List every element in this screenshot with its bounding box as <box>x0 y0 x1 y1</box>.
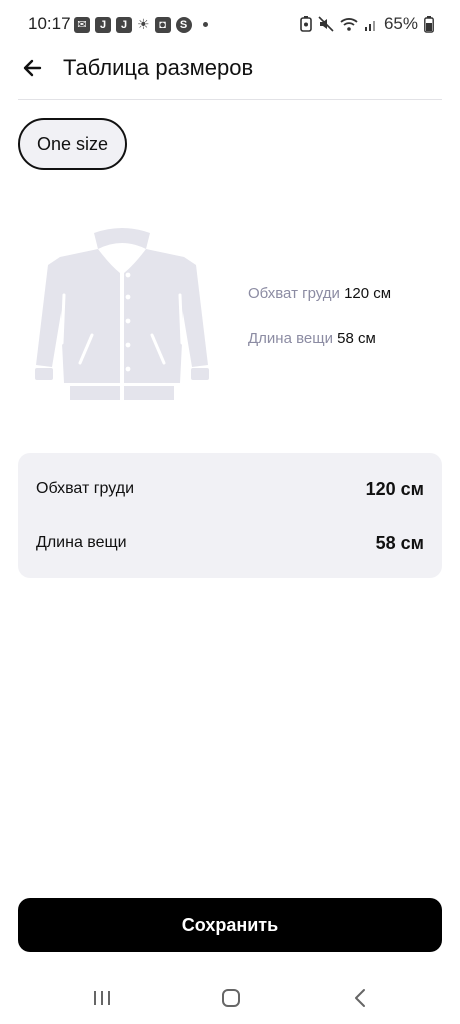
system-back-button[interactable] <box>345 985 375 1011</box>
status-bar: 10:17 ✉ J J ☀ ◘ S 65% <box>0 0 460 50</box>
battery-percent: 65% <box>383 14 418 33</box>
chest-measure-key: Обхват груди <box>248 285 340 302</box>
mute-icon <box>318 16 334 32</box>
row-label: Обхват груди <box>36 480 135 497</box>
back-button[interactable] <box>16 52 48 84</box>
length-measure-value: 58 см <box>337 330 376 347</box>
home-icon <box>222 989 240 1007</box>
recent-apps-icon <box>94 991 110 1005</box>
system-icons: 65% <box>300 14 434 34</box>
notification-icons: ✉ J J ☀ ◘ S <box>74 16 208 33</box>
length-measure: Длина вещи 58 см <box>248 328 391 350</box>
chest-measure: Обхват груди 120 см <box>248 283 391 305</box>
size-chip-one-size[interactable]: One size <box>18 118 128 170</box>
app-j-icon: J <box>116 16 132 33</box>
length-measure-key: Длина вещи <box>248 330 333 347</box>
size-table: Обхват груди 120 см Длина вещи 58 см <box>18 453 442 578</box>
signal-icon <box>364 21 375 31</box>
header-divider <box>18 99 442 100</box>
save-button[interactable]: Сохранить <box>18 898 442 952</box>
chest-measure-value: 120 см <box>344 285 392 302</box>
navigation-bar <box>0 975 460 1020</box>
mail-icon: ✉ <box>74 16 90 33</box>
home-button[interactable] <box>216 985 246 1011</box>
battery-saver-icon <box>300 16 312 32</box>
wifi-icon <box>340 18 358 31</box>
row-label: Длина вещи <box>36 534 127 551</box>
measurement-labels: Обхват груди 120 см Длина вещи 58 см <box>248 283 391 373</box>
more-notifications-icon <box>202 22 208 27</box>
arrow-left-icon <box>23 59 42 77</box>
recent-apps-button[interactable] <box>87 985 117 1011</box>
square-app-icon: ◘ <box>154 16 171 33</box>
shazam-icon: S <box>175 16 192 33</box>
table-row: Длина вещи 58 см <box>36 529 424 557</box>
jacket-icon <box>35 228 209 400</box>
header: Таблица размеров <box>0 50 460 100</box>
back-icon <box>355 989 365 1007</box>
brightness-icon: ☀ <box>137 16 150 32</box>
battery-icon <box>424 15 434 33</box>
status-time: 10:17 <box>28 14 71 33</box>
jacket-illustration <box>30 225 215 405</box>
row-value: 120 см <box>365 478 424 499</box>
app-j-icon: J <box>95 16 111 33</box>
page-title: Таблица размеров <box>63 55 254 80</box>
table-row: Обхват груди 120 см <box>36 475 424 503</box>
row-value: 58 см <box>375 532 424 553</box>
